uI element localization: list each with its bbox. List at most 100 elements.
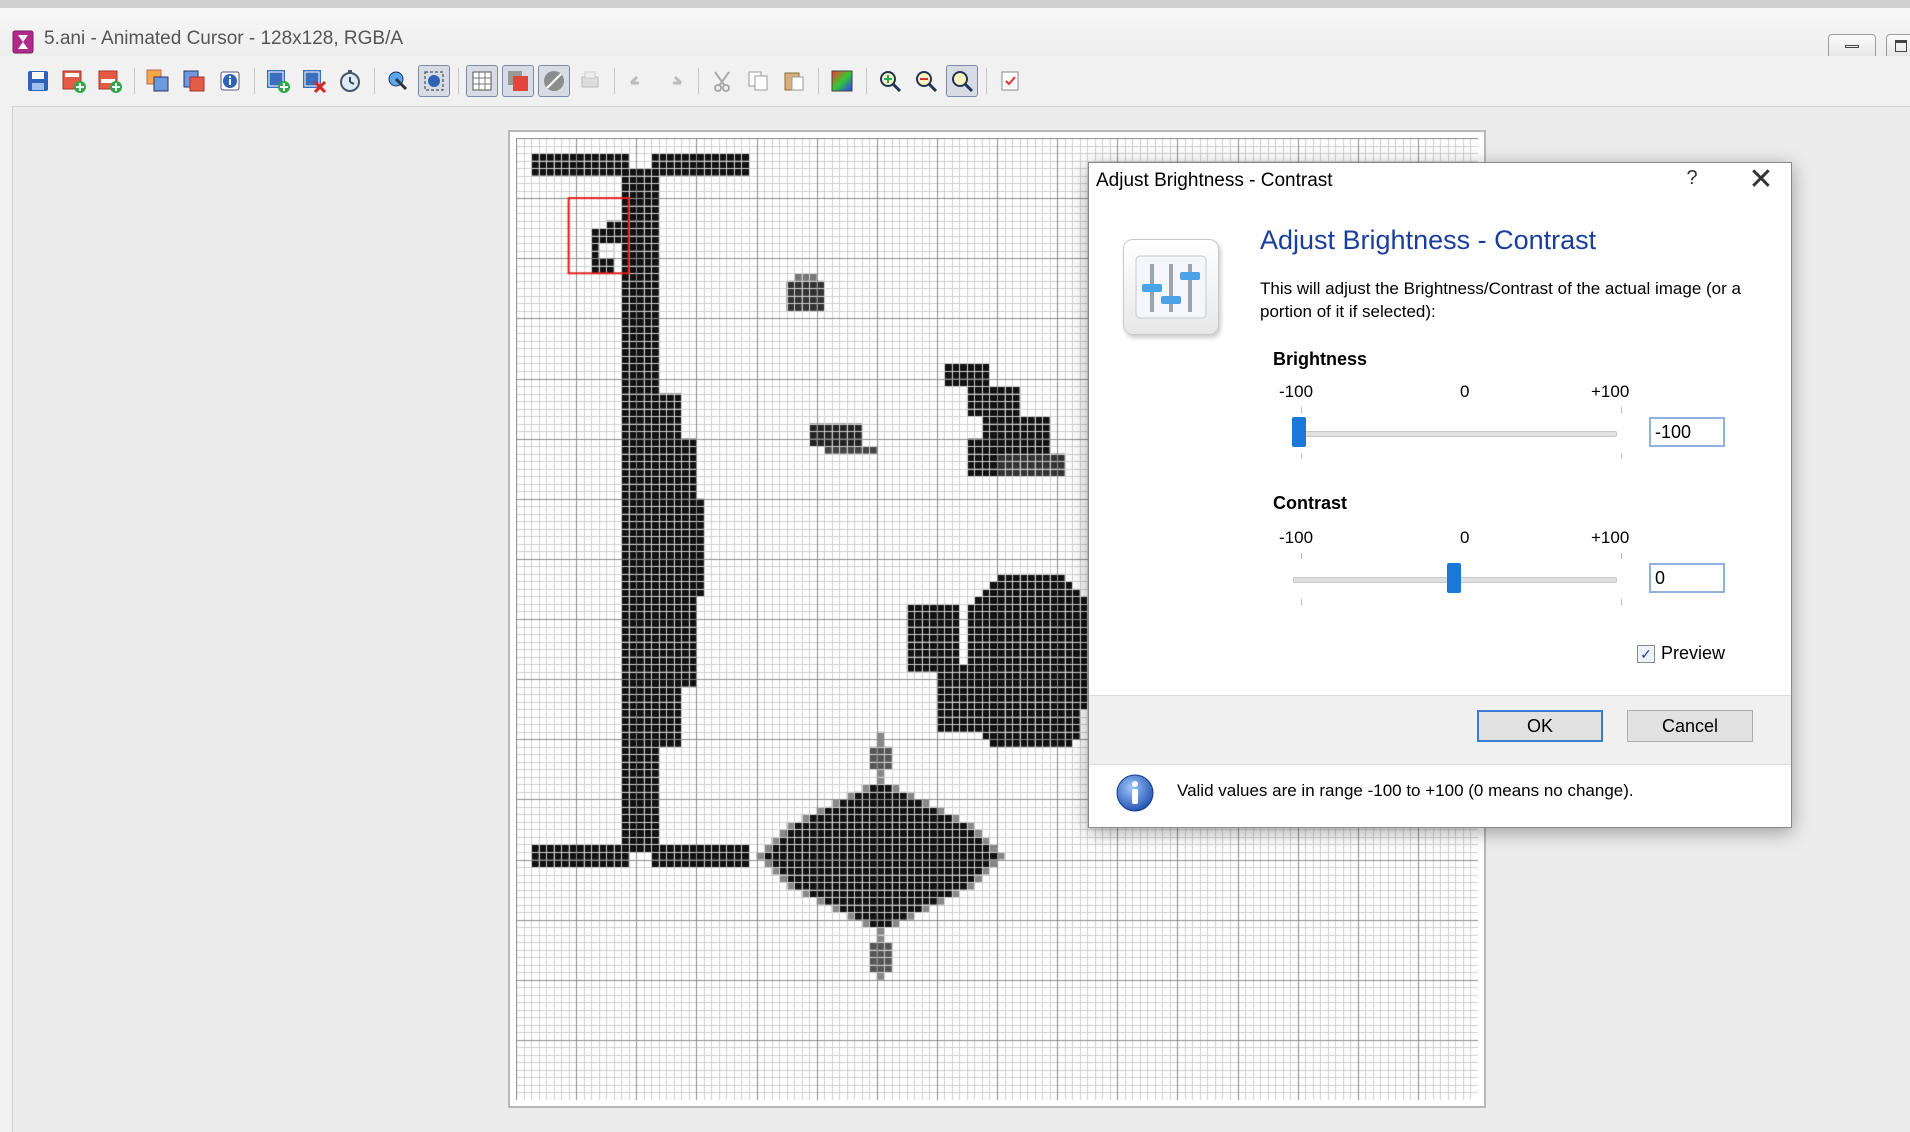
select-all-button[interactable] <box>418 65 450 97</box>
info-message: Valid values are in range -100 to +100 (… <box>1177 781 1634 800</box>
left-panel-edge <box>0 106 13 1132</box>
grid-icon <box>472 71 492 91</box>
slider-tick <box>1621 599 1622 605</box>
slider-tick <box>1301 599 1302 605</box>
contrast-scale-mid: 0 <box>1460 528 1470 547</box>
save-button[interactable] <box>22 65 54 97</box>
copy-frames-button[interactable] <box>142 65 174 97</box>
hotspot-button[interactable] <box>382 65 414 97</box>
new-frame-button[interactable] <box>58 65 90 97</box>
zoom-out-icon <box>916 71 938 93</box>
slider-tick <box>1301 453 1302 459</box>
toolbar <box>0 56 1910 107</box>
info-icon <box>220 71 240 91</box>
help-button[interactable]: ? <box>1677 167 1707 190</box>
test-cursor-button[interactable] <box>994 65 1026 97</box>
slider-tick <box>1621 553 1622 559</box>
slider-tick <box>1621 453 1622 459</box>
zoom-out-button[interactable] <box>910 65 942 97</box>
copy-frames-icon <box>146 69 169 92</box>
contrast-scale-max: +100 <box>1591 528 1630 547</box>
transparency-icon <box>544 71 564 91</box>
transparency-button[interactable] <box>538 65 570 97</box>
test-cursor-icon <box>1001 71 1019 91</box>
redo-icon <box>673 75 683 85</box>
toolbar-separator <box>614 68 615 94</box>
minimize-icon <box>1845 45 1859 48</box>
toolbar-separator <box>458 68 459 94</box>
timer-icon <box>340 70 360 92</box>
slider-tick <box>1301 407 1302 413</box>
ok-button[interactable]: OK <box>1477 710 1603 742</box>
color-mask-button[interactable] <box>502 65 534 97</box>
add-image-icon <box>267 70 290 93</box>
cut-button[interactable] <box>706 65 738 97</box>
contrast-value-input[interactable] <box>1649 563 1725 593</box>
toolbar-separator <box>818 68 819 94</box>
add-image-button[interactable] <box>262 65 294 97</box>
select-all-icon <box>424 71 444 91</box>
preview-label: Preview <box>1661 643 1726 663</box>
contrast-slider-thumb[interactable] <box>1447 563 1461 593</box>
zoom-in-button[interactable] <box>874 65 906 97</box>
print-icon <box>581 71 599 88</box>
slider-tick <box>1301 553 1302 559</box>
paste-icon <box>784 72 804 91</box>
brightness-value-input[interactable] <box>1649 417 1725 447</box>
delete-image-icon <box>303 70 327 94</box>
contrast-label: Contrast <box>1273 493 1348 513</box>
frame-list-button[interactable] <box>178 65 210 97</box>
preview-checkbox[interactable]: ✓ <box>1637 645 1655 663</box>
insert-frame-icon <box>98 70 122 93</box>
zoom-tool-button[interactable] <box>946 65 978 97</box>
dialog-description: This will adjust the Brightness/Contrast… <box>1260 279 1741 321</box>
toolbar-separator <box>374 68 375 94</box>
toolbar-separator <box>698 68 699 94</box>
app-icon <box>12 30 34 54</box>
brightness-scale-min: -100 <box>1279 382 1314 401</box>
cut-icon <box>714 71 730 92</box>
redo-button[interactable] <box>658 65 690 97</box>
close-button[interactable]: ✕ <box>1741 165 1781 199</box>
zoom-tool-icon <box>952 71 974 93</box>
undo-icon <box>629 75 639 85</box>
window-title: 5.ani - Animated Cursor - 128x128, RGB/A <box>44 28 404 49</box>
brightness-slider-thumb[interactable] <box>1292 417 1306 447</box>
undo-button[interactable] <box>622 65 654 97</box>
sliders-icon <box>1123 239 1219 335</box>
copy-icon <box>748 71 768 91</box>
hotspot-icon <box>388 71 408 91</box>
frame-list-icon <box>183 70 205 92</box>
palette-icon <box>831 70 853 92</box>
restore-icon <box>1895 40 1907 52</box>
contrast-scale-min: -100 <box>1279 528 1314 547</box>
cancel-button[interactable]: Cancel <box>1627 710 1753 742</box>
paste-button[interactable] <box>778 65 810 97</box>
dialog-title: Adjust Brightness - Contrast <box>1096 170 1333 191</box>
brightness-label: Brightness <box>1273 349 1368 369</box>
toolbar-separator <box>254 68 255 94</box>
brightness-scale-max: +100 <box>1591 382 1630 401</box>
save-icon <box>28 71 48 91</box>
brightness-scale-mid: 0 <box>1460 382 1470 401</box>
timer-button[interactable] <box>334 65 366 97</box>
brightness-contrast-dialog: Adjust Brightness - Contrast ? ✕ Adjust … <box>1088 162 1792 828</box>
info-button[interactable] <box>214 65 246 97</box>
new-frame-icon <box>62 70 86 93</box>
info-icon <box>1116 774 1154 812</box>
zoom-in-icon <box>880 71 902 93</box>
toolbar-separator <box>986 68 987 94</box>
grid-toggle-button[interactable] <box>466 65 498 97</box>
slider-tick <box>1621 407 1622 413</box>
palette-button[interactable] <box>826 65 858 97</box>
insert-frame-button[interactable] <box>94 65 126 97</box>
brightness-slider-track[interactable] <box>1293 431 1617 437</box>
copy-button[interactable] <box>742 65 774 97</box>
toolbar-separator <box>866 68 867 94</box>
title-bar: 5.ani - Animated Cursor - 128x128, RGB/A <box>0 0 1910 60</box>
toolbar-separator <box>134 68 135 94</box>
print-button[interactable] <box>574 65 606 97</box>
color-mask-icon <box>508 71 528 91</box>
delete-image-button[interactable] <box>298 65 330 97</box>
dialog-heading: Adjust Brightness - Contrast <box>1260 225 1597 255</box>
